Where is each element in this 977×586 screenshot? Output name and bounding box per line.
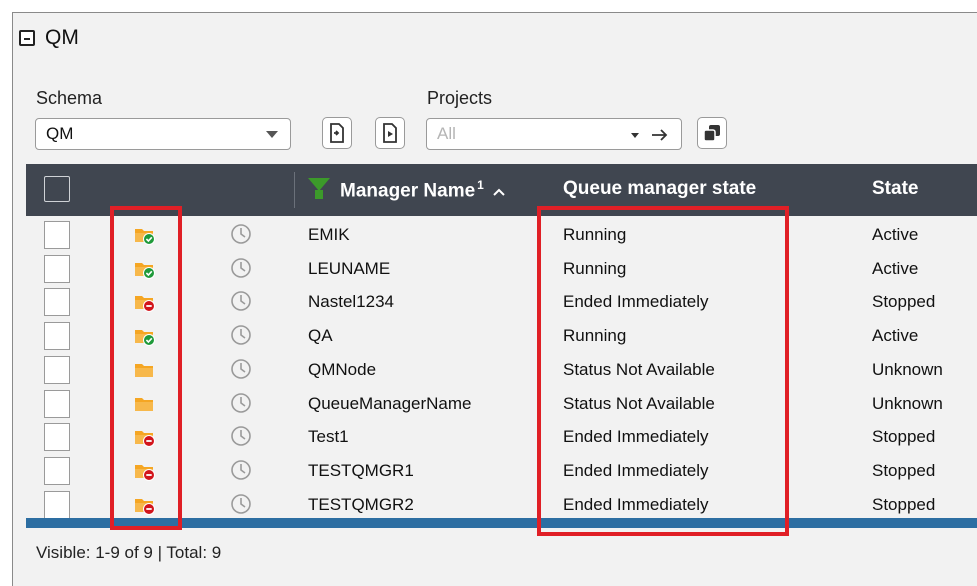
- copy-icon: [703, 125, 720, 142]
- clock-icon[interactable]: [230, 290, 252, 312]
- row-checkbox[interactable]: [44, 389, 70, 418]
- queue-manager-state-cell: Running: [563, 225, 627, 244]
- folder-stopped-icon: [135, 296, 155, 313]
- schema-value: QM: [46, 124, 74, 143]
- state-cell: Active: [872, 326, 919, 346]
- queue-manager-state-cell: Running: [563, 258, 627, 278]
- document-export-icon: [330, 123, 344, 143]
- manager-name-cell: EMIK: [308, 225, 350, 244]
- manager-name-cell: QueueManagerName: [308, 393, 472, 413]
- manager-name-cell: QMNode: [308, 359, 377, 379]
- row-checkbox[interactable]: [44, 423, 70, 452]
- table-row[interactable]: QA Running Active: [26, 319, 977, 353]
- clock-icon[interactable]: [230, 392, 252, 414]
- row-checkbox[interactable]: [44, 456, 70, 485]
- column-divider: [294, 172, 295, 208]
- manager-name-cell: Nastel1234: [308, 292, 395, 312]
- select-all-checkbox[interactable]: [44, 176, 70, 202]
- queue-manager-state-cell: Ended Immediately: [563, 292, 709, 312]
- row-checkbox[interactable]: [44, 221, 70, 249]
- manager-name-cell: QA: [308, 326, 333, 346]
- column-state[interactable]: State: [872, 178, 918, 200]
- manager-name-cell: TESTQMGR1: [308, 460, 414, 480]
- panel-header: QM: [19, 26, 79, 50]
- clock-icon[interactable]: [230, 493, 252, 515]
- table-row[interactable]: Test1 Ended Immediately Stopped: [26, 420, 977, 454]
- state-cell: Active: [872, 225, 919, 244]
- manager-name-cell: TESTQMGR2: [308, 494, 414, 514]
- folder-running-icon: [135, 229, 155, 245]
- table-header: Manager Name 1 Queue manager state State: [26, 164, 977, 216]
- copy-button[interactable]: [697, 117, 727, 149]
- chevron-down-icon: [631, 133, 639, 138]
- table-row[interactable]: LEUNAME Running Active: [26, 252, 977, 286]
- queue-manager-state-cell: Ended Immediately: [563, 427, 709, 447]
- table-row[interactable]: QueueManagerName Status Not Available Unkn…: [26, 387, 977, 421]
- projects-placeholder: All: [437, 124, 456, 143]
- clock-icon[interactable]: [230, 459, 252, 481]
- queue-manager-state-cell: Ended Immediately: [563, 494, 709, 514]
- state-cell: Active: [872, 258, 919, 278]
- horizontal-scrollbar[interactable]: [26, 518, 977, 528]
- projects-select[interactable]: All: [426, 118, 682, 150]
- panel-title: QM: [45, 26, 79, 49]
- row-checkbox[interactable]: [44, 254, 70, 283]
- manager-name-cell: LEUNAME: [308, 258, 391, 278]
- folder-stopped-icon: [135, 431, 155, 448]
- table-row[interactable]: TESTQMGR1 Ended Immediately Stopped: [26, 454, 977, 488]
- clock-icon[interactable]: [230, 358, 252, 380]
- row-checkbox[interactable]: [44, 322, 70, 351]
- collapse-icon[interactable]: [19, 30, 35, 46]
- chevron-down-icon: [266, 131, 278, 138]
- table-row[interactable]: QMNode Status Not Available Unknown: [26, 353, 977, 387]
- state-cell: Unknown: [872, 393, 943, 413]
- folder-stopped-icon: [135, 498, 155, 515]
- queue-manager-state-cell: Running: [563, 326, 627, 346]
- document-arrow-icon: [383, 123, 397, 143]
- manager-name-header-label: Manager Name: [340, 180, 476, 202]
- queue-manager-state-cell: Status Not Available: [563, 393, 715, 413]
- folder-running-icon: [135, 262, 155, 279]
- folder-unknown-icon: [135, 397, 153, 411]
- arrow-right-icon: [652, 129, 668, 141]
- import-schema-button[interactable]: [375, 117, 405, 149]
- folder-stopped-icon: [135, 464, 155, 481]
- state-cell: Stopped: [872, 494, 936, 514]
- table-row[interactable]: EMIK Running Active: [26, 218, 977, 252]
- table-row[interactable]: TESTQMGR2 Ended Immediately Stopped: [26, 488, 977, 522]
- row-checkbox[interactable]: [44, 490, 70, 519]
- state-cell: Unknown: [872, 359, 943, 379]
- clock-icon[interactable]: [230, 425, 252, 447]
- state-cell: Stopped: [872, 292, 936, 312]
- column-queue-manager-state[interactable]: Queue manager state: [563, 178, 756, 200]
- queue-manager-state-cell: Status Not Available: [563, 359, 715, 379]
- sort-ascending-icon: [493, 188, 505, 197]
- row-checkbox[interactable]: [44, 288, 70, 317]
- manager-name-cell: Test1: [308, 427, 349, 447]
- filter-icon-stem: [315, 190, 323, 199]
- table-footer-summary: Visible: 1-9 of 9 | Total: 9: [36, 543, 222, 562]
- projects-label: Projects: [427, 88, 493, 108]
- sort-order-index: 1: [477, 178, 484, 192]
- folder-running-icon: [135, 330, 155, 347]
- state-cell: Stopped: [872, 460, 936, 480]
- column-manager-name[interactable]: Manager Name 1: [340, 178, 505, 202]
- queue-manager-state-cell: Ended Immediately: [563, 460, 709, 480]
- folder-unknown-icon: [135, 363, 153, 377]
- clock-icon[interactable]: [230, 324, 252, 346]
- table-row[interactable]: Nastel1234 Ended Immediately Stopped: [26, 285, 977, 319]
- clock-icon[interactable]: [230, 257, 252, 279]
- state-cell: Stopped: [872, 427, 936, 447]
- schema-select[interactable]: QM: [35, 118, 291, 150]
- row-checkbox[interactable]: [44, 355, 70, 384]
- schema-label: Schema: [36, 88, 103, 108]
- export-schema-button[interactable]: [322, 117, 352, 149]
- clock-icon[interactable]: [230, 223, 252, 245]
